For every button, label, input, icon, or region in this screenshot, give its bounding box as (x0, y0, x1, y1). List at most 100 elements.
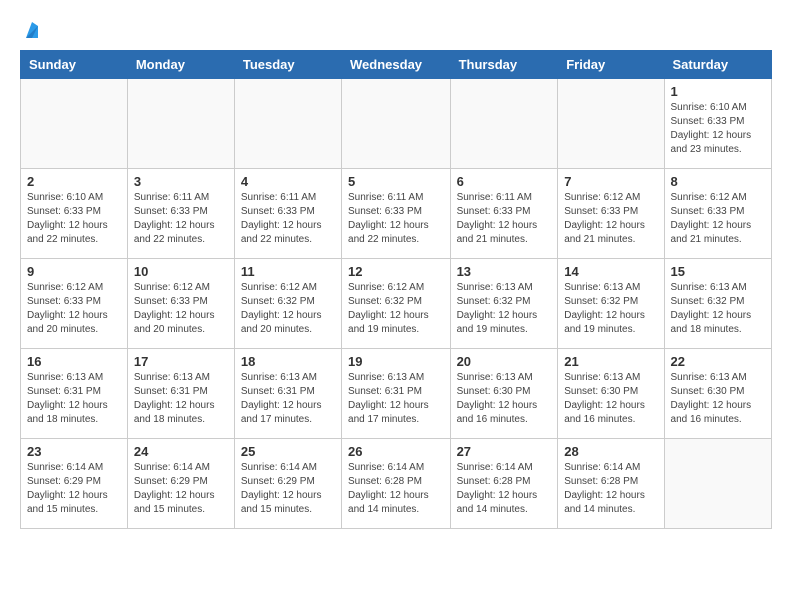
day-number: 14 (564, 264, 657, 279)
calendar-cell (21, 79, 128, 169)
day-number: 21 (564, 354, 657, 369)
day-info: Sunrise: 6:13 AM Sunset: 6:32 PM Dayligh… (457, 281, 552, 337)
calendar-cell: 21 Sunrise: 6:13 AM Sunset: 6:30 PM Dayli… (558, 349, 664, 439)
calendar-week-row: 1 Sunrise: 6:10 AM Sunset: 6:33 PM Daylig… (21, 79, 772, 169)
day-info: Sunrise: 6:13 AM Sunset: 6:30 PM Dayligh… (671, 371, 765, 427)
day-info: Sunrise: 6:12 AM Sunset: 6:33 PM Dayligh… (27, 281, 121, 337)
day-number: 6 (457, 174, 552, 189)
weekday-header: Thursday (450, 51, 558, 79)
day-info: Sunrise: 6:14 AM Sunset: 6:28 PM Dayligh… (457, 461, 552, 517)
day-info: Sunrise: 6:11 AM Sunset: 6:33 PM Dayligh… (348, 191, 444, 247)
day-number: 13 (457, 264, 552, 279)
day-info: Sunrise: 6:13 AM Sunset: 6:32 PM Dayligh… (671, 281, 765, 337)
day-info: Sunrise: 6:13 AM Sunset: 6:32 PM Dayligh… (564, 281, 657, 337)
calendar-cell: 2 Sunrise: 6:10 AM Sunset: 6:33 PM Daylig… (21, 169, 128, 259)
calendar-cell: 23 Sunrise: 6:14 AM Sunset: 6:29 PM Dayli… (21, 439, 128, 529)
day-number: 12 (348, 264, 444, 279)
calendar-cell: 7Sunrise: 6:12 AM Sunset: 6:33 PM Daylig… (558, 169, 664, 259)
day-number: 9 (27, 264, 121, 279)
day-info: Sunrise: 6:11 AM Sunset: 6:33 PM Dayligh… (134, 191, 228, 247)
header (20, 20, 772, 40)
weekday-header: Saturday (664, 51, 771, 79)
day-number: 5 (348, 174, 444, 189)
day-info: Sunrise: 6:13 AM Sunset: 6:31 PM Dayligh… (134, 371, 228, 427)
day-info: Sunrise: 6:12 AM Sunset: 6:33 PM Dayligh… (134, 281, 228, 337)
day-info: Sunrise: 6:14 AM Sunset: 6:29 PM Dayligh… (27, 461, 121, 517)
calendar-cell: 8Sunrise: 6:12 AM Sunset: 6:33 PM Daylig… (664, 169, 771, 259)
logo (20, 20, 42, 40)
day-info: Sunrise: 6:14 AM Sunset: 6:29 PM Dayligh… (241, 461, 335, 517)
calendar-cell (664, 439, 771, 529)
calendar-cell (234, 79, 341, 169)
day-info: Sunrise: 6:13 AM Sunset: 6:30 PM Dayligh… (457, 371, 552, 427)
calendar-cell: 28 Sunrise: 6:14 AM Sunset: 6:28 PM Dayli… (558, 439, 664, 529)
weekday-header: Monday (127, 51, 234, 79)
day-number: 17 (134, 354, 228, 369)
day-number: 28 (564, 444, 657, 459)
calendar-cell: 17 Sunrise: 6:13 AM Sunset: 6:31 PM Dayli… (127, 349, 234, 439)
day-number: 24 (134, 444, 228, 459)
calendar-week-row: 16 Sunrise: 6:13 AM Sunset: 6:31 PM Dayli… (21, 349, 772, 439)
calendar-cell: 10 Sunrise: 6:12 AM Sunset: 6:33 PM Dayli… (127, 259, 234, 349)
day-info: Sunrise: 6:12 AM Sunset: 6:33 PM Dayligh… (564, 191, 657, 247)
day-info: Sunrise: 6:14 AM Sunset: 6:28 PM Dayligh… (348, 461, 444, 517)
day-number: 18 (241, 354, 335, 369)
weekday-header: Wednesday (342, 51, 451, 79)
day-number: 27 (457, 444, 552, 459)
day-number: 11 (241, 264, 335, 279)
day-info: Sunrise: 6:12 AM Sunset: 6:32 PM Dayligh… (241, 281, 335, 337)
weekday-header: Sunday (21, 51, 128, 79)
calendar-header-row: SundayMondayTuesdayWednesdayThursdayFrid… (21, 51, 772, 79)
calendar-cell: 3 Sunrise: 6:11 AM Sunset: 6:33 PM Daylig… (127, 169, 234, 259)
calendar-cell: 4 Sunrise: 6:11 AM Sunset: 6:33 PM Daylig… (234, 169, 341, 259)
calendar-cell: 14 Sunrise: 6:13 AM Sunset: 6:32 PM Dayli… (558, 259, 664, 349)
calendar-cell (450, 79, 558, 169)
calendar-cell: 24Sunrise: 6:14 AM Sunset: 6:29 PM Dayli… (127, 439, 234, 529)
calendar-cell: 27 Sunrise: 6:14 AM Sunset: 6:28 PM Dayli… (450, 439, 558, 529)
day-number: 19 (348, 354, 444, 369)
calendar-cell: 13 Sunrise: 6:13 AM Sunset: 6:32 PM Dayli… (450, 259, 558, 349)
day-number: 26 (348, 444, 444, 459)
day-number: 16 (27, 354, 121, 369)
day-number: 20 (457, 354, 552, 369)
calendar-cell: 6 Sunrise: 6:11 AM Sunset: 6:33 PM Daylig… (450, 169, 558, 259)
day-number: 15 (671, 264, 765, 279)
day-info: Sunrise: 6:13 AM Sunset: 6:31 PM Dayligh… (241, 371, 335, 427)
calendar: SundayMondayTuesdayWednesdayThursdayFrid… (20, 50, 772, 529)
calendar-week-row: 2 Sunrise: 6:10 AM Sunset: 6:33 PM Daylig… (21, 169, 772, 259)
calendar-cell: 22Sunrise: 6:13 AM Sunset: 6:30 PM Dayli… (664, 349, 771, 439)
day-number: 4 (241, 174, 335, 189)
day-number: 8 (671, 174, 765, 189)
calendar-week-row: 23 Sunrise: 6:14 AM Sunset: 6:29 PM Dayli… (21, 439, 772, 529)
day-info: Sunrise: 6:14 AM Sunset: 6:28 PM Dayligh… (564, 461, 657, 517)
day-number: 1 (671, 84, 765, 99)
day-info: Sunrise: 6:13 AM Sunset: 6:30 PM Dayligh… (564, 371, 657, 427)
day-info: Sunrise: 6:12 AM Sunset: 6:32 PM Dayligh… (348, 281, 444, 337)
calendar-cell: 19 Sunrise: 6:13 AM Sunset: 6:31 PM Dayli… (342, 349, 451, 439)
day-number: 2 (27, 174, 121, 189)
calendar-cell: 12 Sunrise: 6:12 AM Sunset: 6:32 PM Dayli… (342, 259, 451, 349)
calendar-cell (342, 79, 451, 169)
day-number: 25 (241, 444, 335, 459)
day-info: Sunrise: 6:13 AM Sunset: 6:31 PM Dayligh… (348, 371, 444, 427)
day-number: 10 (134, 264, 228, 279)
day-info: Sunrise: 6:10 AM Sunset: 6:33 PM Dayligh… (27, 191, 121, 247)
weekday-header: Friday (558, 51, 664, 79)
calendar-cell: 25 Sunrise: 6:14 AM Sunset: 6:29 PM Dayli… (234, 439, 341, 529)
calendar-cell: 20 Sunrise: 6:13 AM Sunset: 6:30 PM Dayli… (450, 349, 558, 439)
day-info: Sunrise: 6:13 AM Sunset: 6:31 PM Dayligh… (27, 371, 121, 427)
day-number: 23 (27, 444, 121, 459)
calendar-cell: 15 Sunrise: 6:13 AM Sunset: 6:32 PM Dayli… (664, 259, 771, 349)
weekday-header: Tuesday (234, 51, 341, 79)
day-number: 3 (134, 174, 228, 189)
calendar-week-row: 9 Sunrise: 6:12 AM Sunset: 6:33 PM Daylig… (21, 259, 772, 349)
calendar-cell: 18 Sunrise: 6:13 AM Sunset: 6:31 PM Dayli… (234, 349, 341, 439)
calendar-cell: 16 Sunrise: 6:13 AM Sunset: 6:31 PM Dayli… (21, 349, 128, 439)
day-info: Sunrise: 6:11 AM Sunset: 6:33 PM Dayligh… (241, 191, 335, 247)
day-info: Sunrise: 6:10 AM Sunset: 6:33 PM Dayligh… (671, 101, 765, 157)
day-info: Sunrise: 6:11 AM Sunset: 6:33 PM Dayligh… (457, 191, 552, 247)
calendar-cell: 5 Sunrise: 6:11 AM Sunset: 6:33 PM Daylig… (342, 169, 451, 259)
calendar-cell: 9 Sunrise: 6:12 AM Sunset: 6:33 PM Daylig… (21, 259, 128, 349)
calendar-cell (127, 79, 234, 169)
logo-icon (22, 20, 42, 40)
